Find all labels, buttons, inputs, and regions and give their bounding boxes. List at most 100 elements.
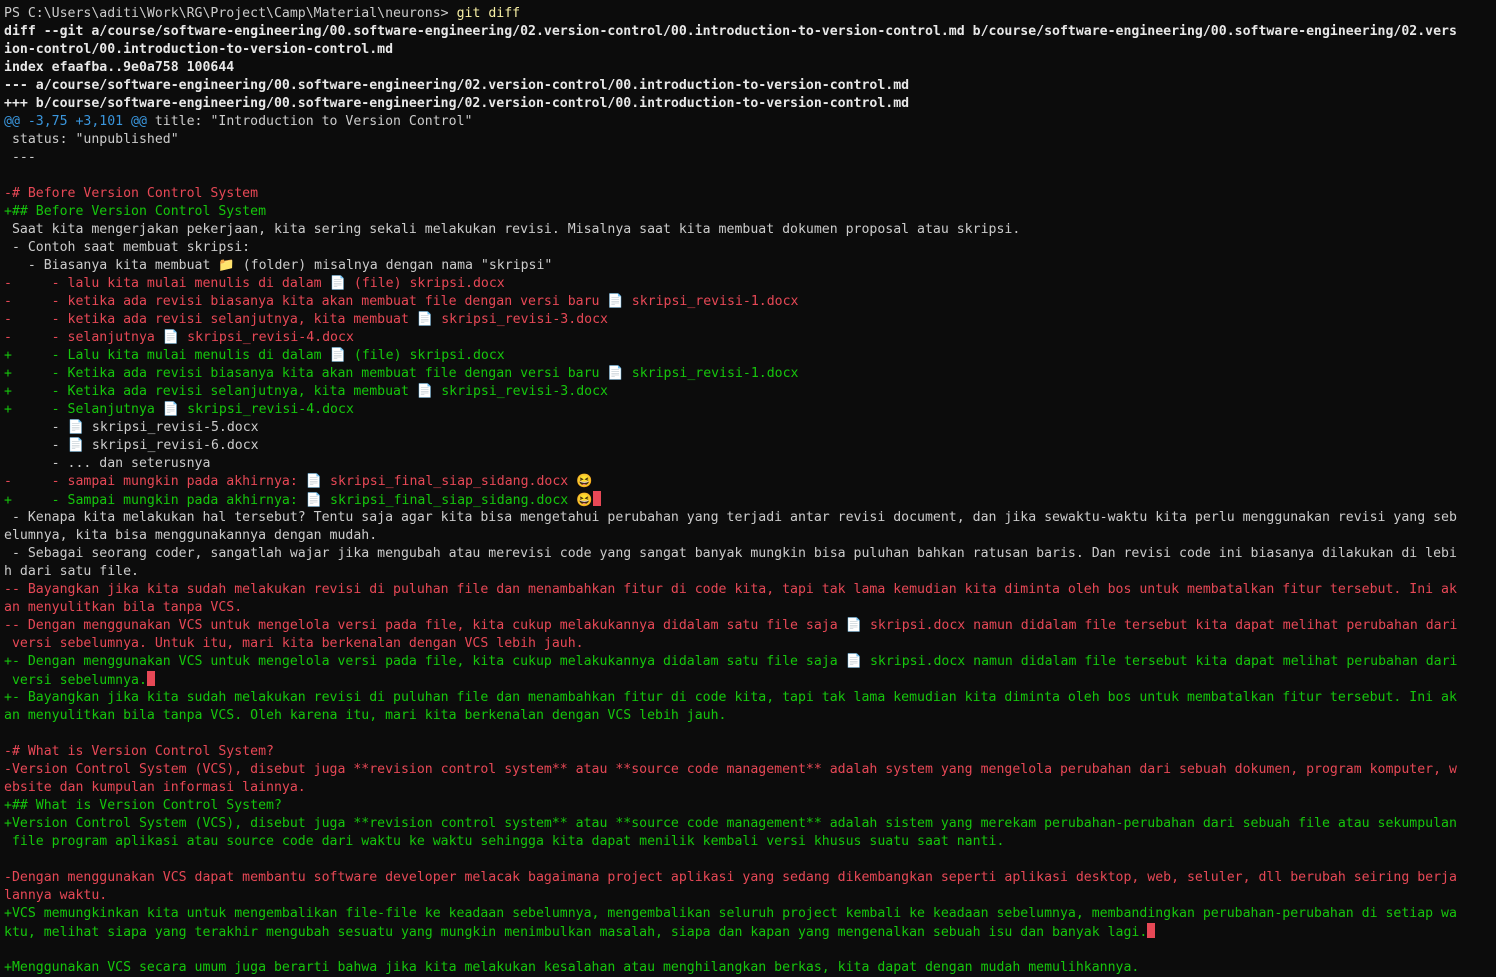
- diff-line-text: Saat kita mengerjakan pekerjaan, kita se…: [4, 222, 1021, 237]
- terminal-output[interactable]: PS C:\Users\aditi\Work\RG\Project\Camp\M…: [0, 0, 1496, 977]
- diff-line-text: + - Ketika ada revisi biasanya kita akan…: [4, 366, 799, 381]
- diff-line-text: +## What is Version Control System?: [4, 798, 282, 813]
- diff-line-ctx: - Contoh saat membuat skripsi:: [4, 239, 1496, 257]
- diff-line-del: - - ketika ada revisi biasanya kita akan…: [4, 293, 1496, 311]
- diff-line-ctx: [4, 851, 1496, 869]
- diff-line-meta: index efaafba..9e0a758 100644: [4, 59, 1496, 77]
- diff-line-text: ---: [4, 150, 36, 165]
- diff-line-del: - - lalu kita mulai menulis di dalam 📄 (…: [4, 275, 1496, 293]
- diff-line-del: lannya waktu.: [4, 887, 1496, 905]
- diff-line-del: -# What is Version Control System?: [4, 743, 1496, 761]
- diff-line-text: -Dengan menggunakan VCS dapat membantu s…: [4, 870, 1457, 885]
- diff-line-text: -Version Control System (VCS), disebut j…: [4, 762, 1457, 777]
- diff-line-text: +Version Control System (VCS), disebut j…: [4, 816, 1457, 831]
- diff-line-text: an menyulitkan bila tanpa VCS.: [4, 600, 243, 615]
- diff-line-ctx: - Kenapa kita melakukan hal tersebut? Te…: [4, 509, 1496, 527]
- diff-line-del: -- Dengan menggunakan VCS untuk mengelol…: [4, 617, 1496, 635]
- shell-prompt: PS C:\Users\aditi\Work\RG\Project\Camp\M…: [4, 6, 457, 21]
- diff-line-text: - Kenapa kita melakukan hal tersebut? Te…: [4, 510, 1457, 525]
- diff-line-hunk: @@ -3,75 +3,101 @@ title: "Introduction …: [4, 113, 1496, 131]
- diff-line-del: -- Bayangkan jika kita sudah melakukan r…: [4, 581, 1496, 599]
- diff-line-add: +- Dengan menggunakan VCS untuk mengelol…: [4, 653, 1496, 671]
- diff-line-add: + - Ketika ada revisi biasanya kita akan…: [4, 365, 1496, 383]
- diff-line-add: + - Sampai mungkin pada akhirnya: 📄 skri…: [4, 491, 1496, 509]
- diff-line-text: - ... dan seterusnya: [4, 456, 211, 471]
- diff-line-del: - - ketika ada revisi selanjutnya, kita …: [4, 311, 1496, 329]
- diff-line-ctx: [4, 941, 1496, 959]
- diff-line-text: - Contoh saat membuat skripsi:: [4, 240, 251, 255]
- diff-line-text: +VCS memungkinkan kita untuk mengembalik…: [4, 906, 1457, 921]
- diff-line-del: - - sampai mungkin pada akhirnya: 📄 skri…: [4, 473, 1496, 491]
- diff-line-text: -# Before Version Control System: [4, 186, 259, 201]
- diff-line-add: + - Selanjutnya 📄 skripsi_revisi-4.docx: [4, 401, 1496, 419]
- diff-line-del: - - selanjutnya 📄 skripsi_revisi-4.docx: [4, 329, 1496, 347]
- diff-line-meta: +++ b/course/software-engineering/00.sof…: [4, 95, 1496, 113]
- trailing-whitespace-marker: [1147, 923, 1156, 938]
- diff-line-ctx: - 📄 skripsi_revisi-5.docx: [4, 419, 1496, 437]
- diff-line-ctx: - ... dan seterusnya: [4, 455, 1496, 473]
- diff-line-text: elumnya, kita bisa menggunakannya dengan…: [4, 528, 378, 543]
- diff-line-ctx: - Biasanya kita membuat 📁 (folder) misal…: [4, 257, 1496, 275]
- diff-line-text: - Sebagai seorang coder, sangatlah wajar…: [4, 546, 1457, 561]
- diff-line-ctx: - 📄 skripsi_revisi-6.docx: [4, 437, 1496, 455]
- diff-line-ctx: elumnya, kita bisa menggunakannya dengan…: [4, 527, 1496, 545]
- diff-line-text: +++ b/course/software-engineering/00.sof…: [4, 96, 910, 111]
- diff-line-text: - 📄 skripsi_revisi-5.docx: [4, 420, 259, 435]
- diff-line-text: ktu, melihat siapa yang terakhir menguba…: [4, 925, 1148, 940]
- diff-line-text: - - lalu kita mulai menulis di dalam 📄 (…: [4, 276, 505, 291]
- diff-line-add: +## Before Version Control System: [4, 203, 1496, 221]
- diff-line-del: -Dengan menggunakan VCS dapat membantu s…: [4, 869, 1496, 887]
- diff-line-text: +Menggunakan VCS secara umum juga berart…: [4, 960, 1140, 975]
- diff-line-text: ebsite dan kumpulan informasi lainnya.: [4, 780, 306, 795]
- diff-line-ctx: [4, 725, 1496, 743]
- diff-line-meta: ion-control/00.introduction-to-version-c…: [4, 41, 1496, 59]
- diff-line-text: - - selanjutnya 📄 skripsi_revisi-4.docx: [4, 330, 354, 345]
- diff-line-text: + - Lalu kita mulai menulis di dalam 📄 (…: [4, 348, 505, 363]
- shell-command: git diff: [456, 6, 521, 21]
- diff-line-del: ebsite dan kumpulan informasi lainnya.: [4, 779, 1496, 797]
- diff-line-text: - - ketika ada revisi selanjutnya, kita …: [4, 312, 608, 327]
- diff-line-text: ion-control/00.introduction-to-version-c…: [4, 42, 394, 57]
- diff-line-text: +- Dengan menggunakan VCS untuk mengelol…: [4, 654, 1458, 669]
- hunk-context: title: "Introduction to Version Control": [146, 114, 473, 129]
- diff-line-del: an menyulitkan bila tanpa VCS.: [4, 599, 1496, 617]
- diff-line-text: h dari satu file.: [4, 564, 139, 579]
- diff-line-del: -Version Control System (VCS), disebut j…: [4, 761, 1496, 779]
- diff-line-ctx: - Sebagai seorang coder, sangatlah wajar…: [4, 545, 1496, 563]
- trailing-whitespace-marker: [592, 491, 601, 506]
- trailing-whitespace-marker: [146, 671, 155, 686]
- diff-line-text: --- a/course/software-engineering/00.sof…: [4, 78, 910, 93]
- diff-line-add: +Version Control System (VCS), disebut j…: [4, 815, 1496, 833]
- diff-line-add: +Menggunakan VCS secara umum juga berart…: [4, 959, 1496, 977]
- diff-line-add: file program aplikasi atau source code d…: [4, 833, 1496, 851]
- diff-line-text: lannya waktu.: [4, 888, 108, 903]
- diff-line-del: -# Before Version Control System: [4, 185, 1496, 203]
- diff-line-text: -- Bayangkan jika kita sudah melakukan r…: [4, 582, 1457, 597]
- diff-line-add: ktu, melihat siapa yang terakhir menguba…: [4, 923, 1496, 941]
- diff-line-ctx: status: "unpublished": [4, 131, 1496, 149]
- diff-line-ctx: [4, 167, 1496, 185]
- diff-line-text: -- Dengan menggunakan VCS untuk mengelol…: [4, 618, 1458, 633]
- diff-line-text: file program aplikasi atau source code d…: [4, 834, 1005, 849]
- diff-line-del: versi sebelumnya. Untuk itu, mari kita b…: [4, 635, 1496, 653]
- diff-line-meta: diff --git a/course/software-engineering…: [4, 23, 1496, 41]
- diff-line-text: diff --git a/course/software-engineering…: [4, 24, 1457, 39]
- diff-line-text: versi sebelumnya.: [4, 673, 147, 688]
- diff-line-text: +## Before Version Control System: [4, 204, 267, 219]
- diff-line-add: +## What is Version Control System?: [4, 797, 1496, 815]
- diff-line-add: + - Ketika ada revisi selanjutnya, kita …: [4, 383, 1496, 401]
- diff-line-text: + - Ketika ada revisi selanjutnya, kita …: [4, 384, 608, 399]
- diff-line-ctx: h dari satu file.: [4, 563, 1496, 581]
- diff-line-add: an menyulitkan bila tanpa VCS. Oleh kare…: [4, 707, 1496, 725]
- diff-line-text: - Biasanya kita membuat 📁 (folder) misal…: [4, 258, 553, 273]
- diff-line-prompt: PS C:\Users\aditi\Work\RG\Project\Camp\M…: [4, 5, 1496, 23]
- diff-line-text: an menyulitkan bila tanpa VCS. Oleh kare…: [4, 708, 727, 723]
- hunk-header: @@ -3,75 +3,101 @@: [4, 114, 147, 129]
- diff-line-text: - - ketika ada revisi biasanya kita akan…: [4, 294, 799, 309]
- diff-line-add: +VCS memungkinkan kita untuk mengembalik…: [4, 905, 1496, 923]
- diff-line-text: index efaafba..9e0a758 100644: [4, 60, 235, 75]
- diff-line-text: - - sampai mungkin pada akhirnya: 📄 skri…: [4, 474, 593, 489]
- diff-line-text: versi sebelumnya. Untuk itu, mari kita b…: [4, 636, 584, 651]
- diff-line-text: +- Bayangkan jika kita sudah melakukan r…: [4, 690, 1457, 705]
- diff-line-ctx: ---: [4, 149, 1496, 167]
